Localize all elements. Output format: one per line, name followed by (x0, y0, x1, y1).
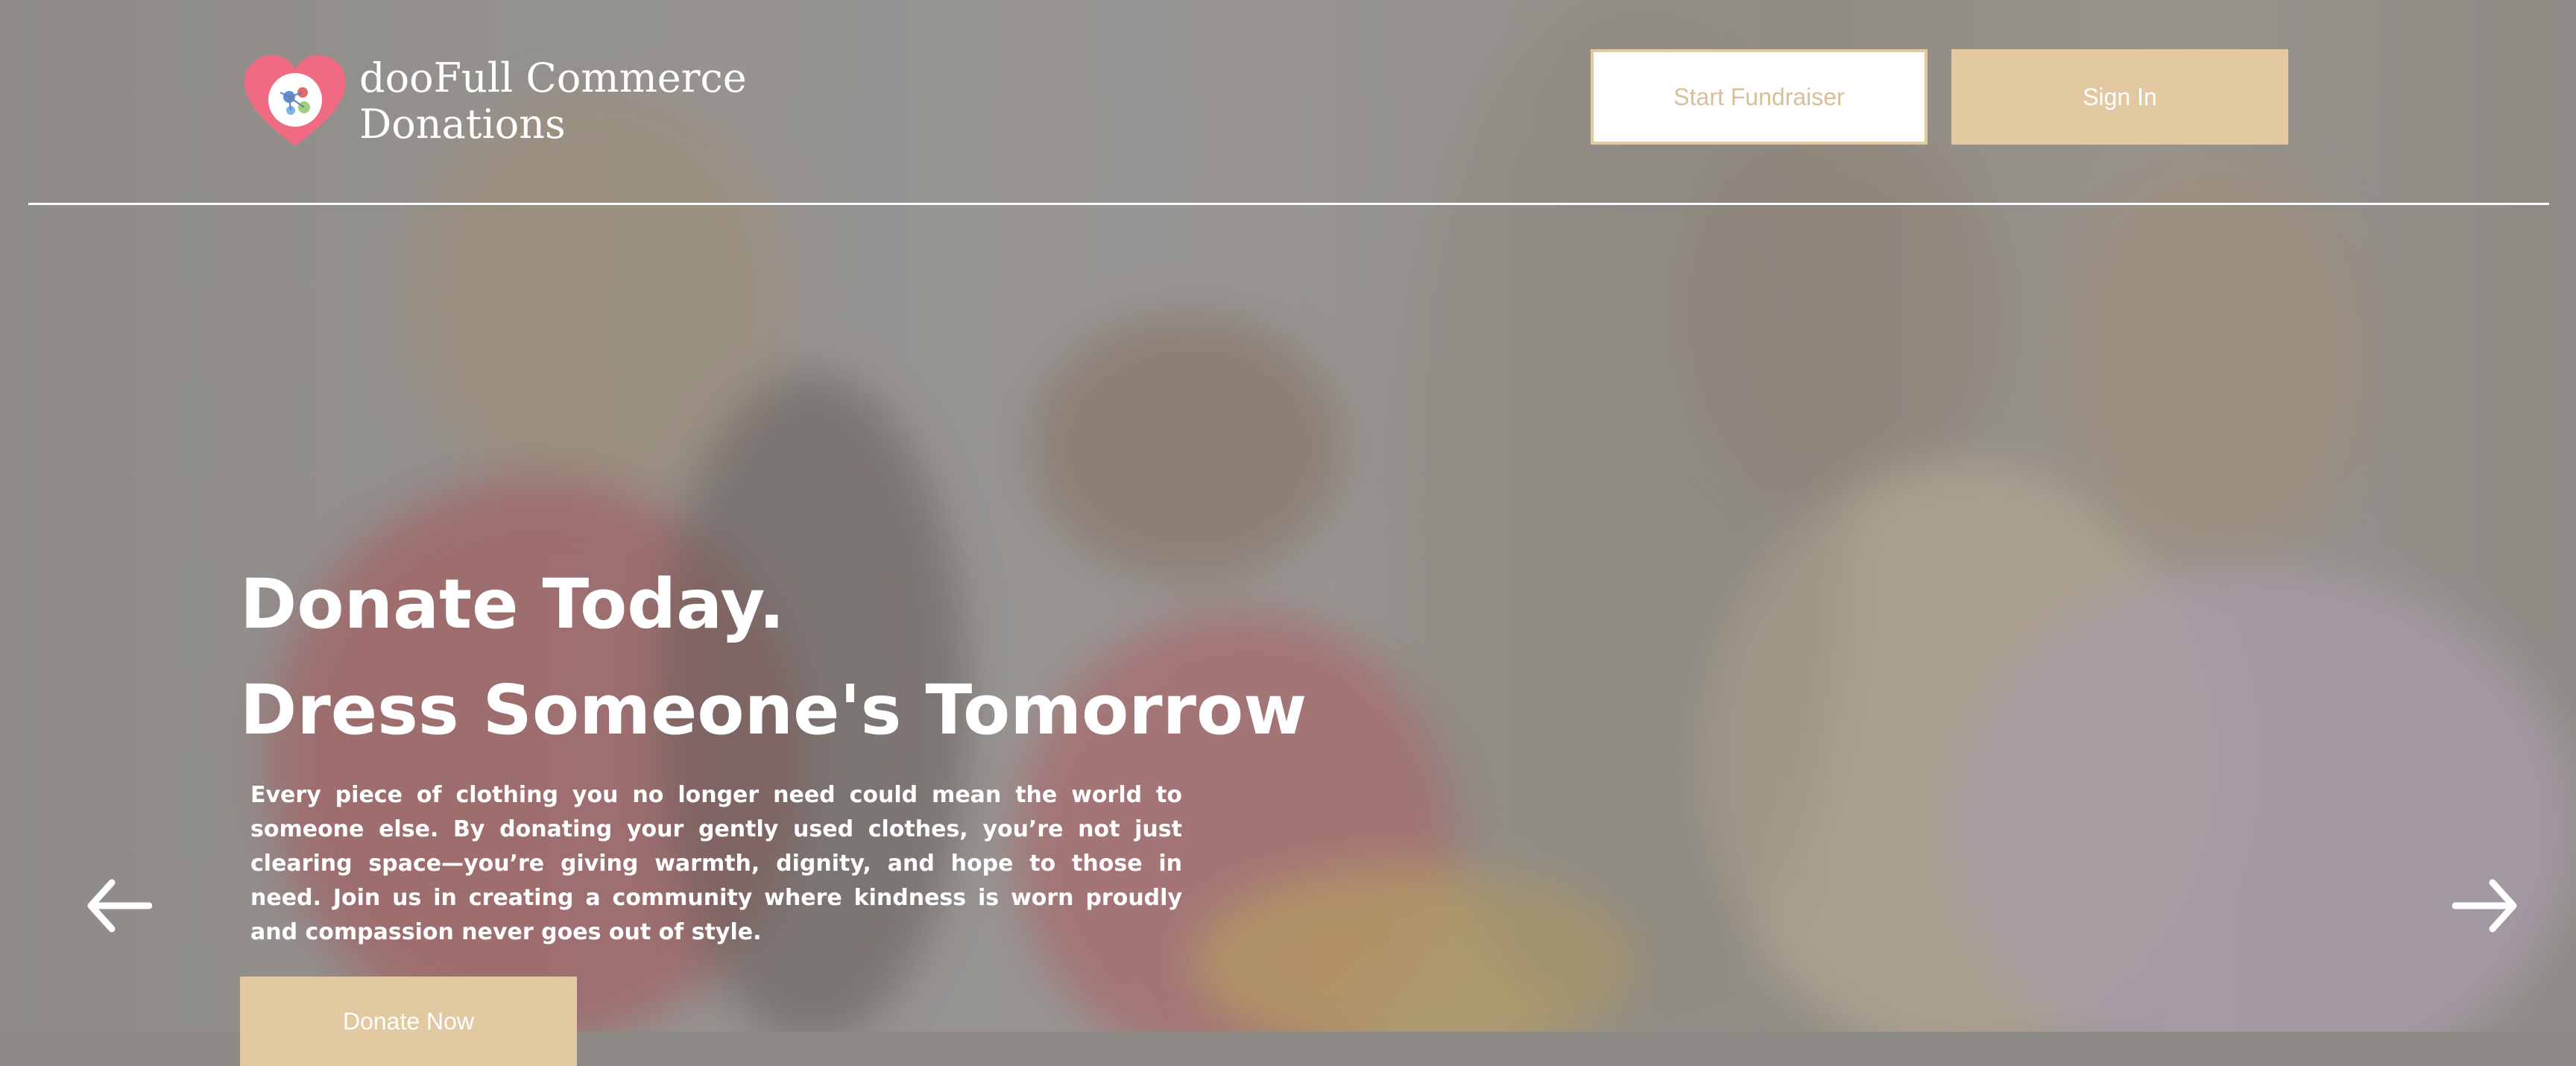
header-divider (28, 203, 2549, 205)
heart-logo-icon[interactable] (243, 54, 347, 149)
sign-in-button[interactable]: Sign In (1951, 49, 2288, 145)
brand-name-line2: Donations (359, 101, 566, 148)
start-fundraiser-button[interactable]: Start Fundraiser (1591, 49, 1928, 145)
hero-title-line2: Dress Someone's Tomorrow (240, 670, 1307, 750)
donate-now-button[interactable]: Donate Now (240, 977, 577, 1066)
brand-name-line1: dooFull Commerce (359, 54, 747, 101)
arrow-left-icon[interactable] (85, 878, 153, 933)
hero-description: Every piece of clothing you no longer ne… (250, 782, 1182, 945)
hero-title-line1: Donate Today. (240, 564, 785, 644)
brand-name[interactable]: dooFull Commerce Donations (359, 55, 747, 148)
arrow-right-icon[interactable] (2452, 878, 2519, 933)
